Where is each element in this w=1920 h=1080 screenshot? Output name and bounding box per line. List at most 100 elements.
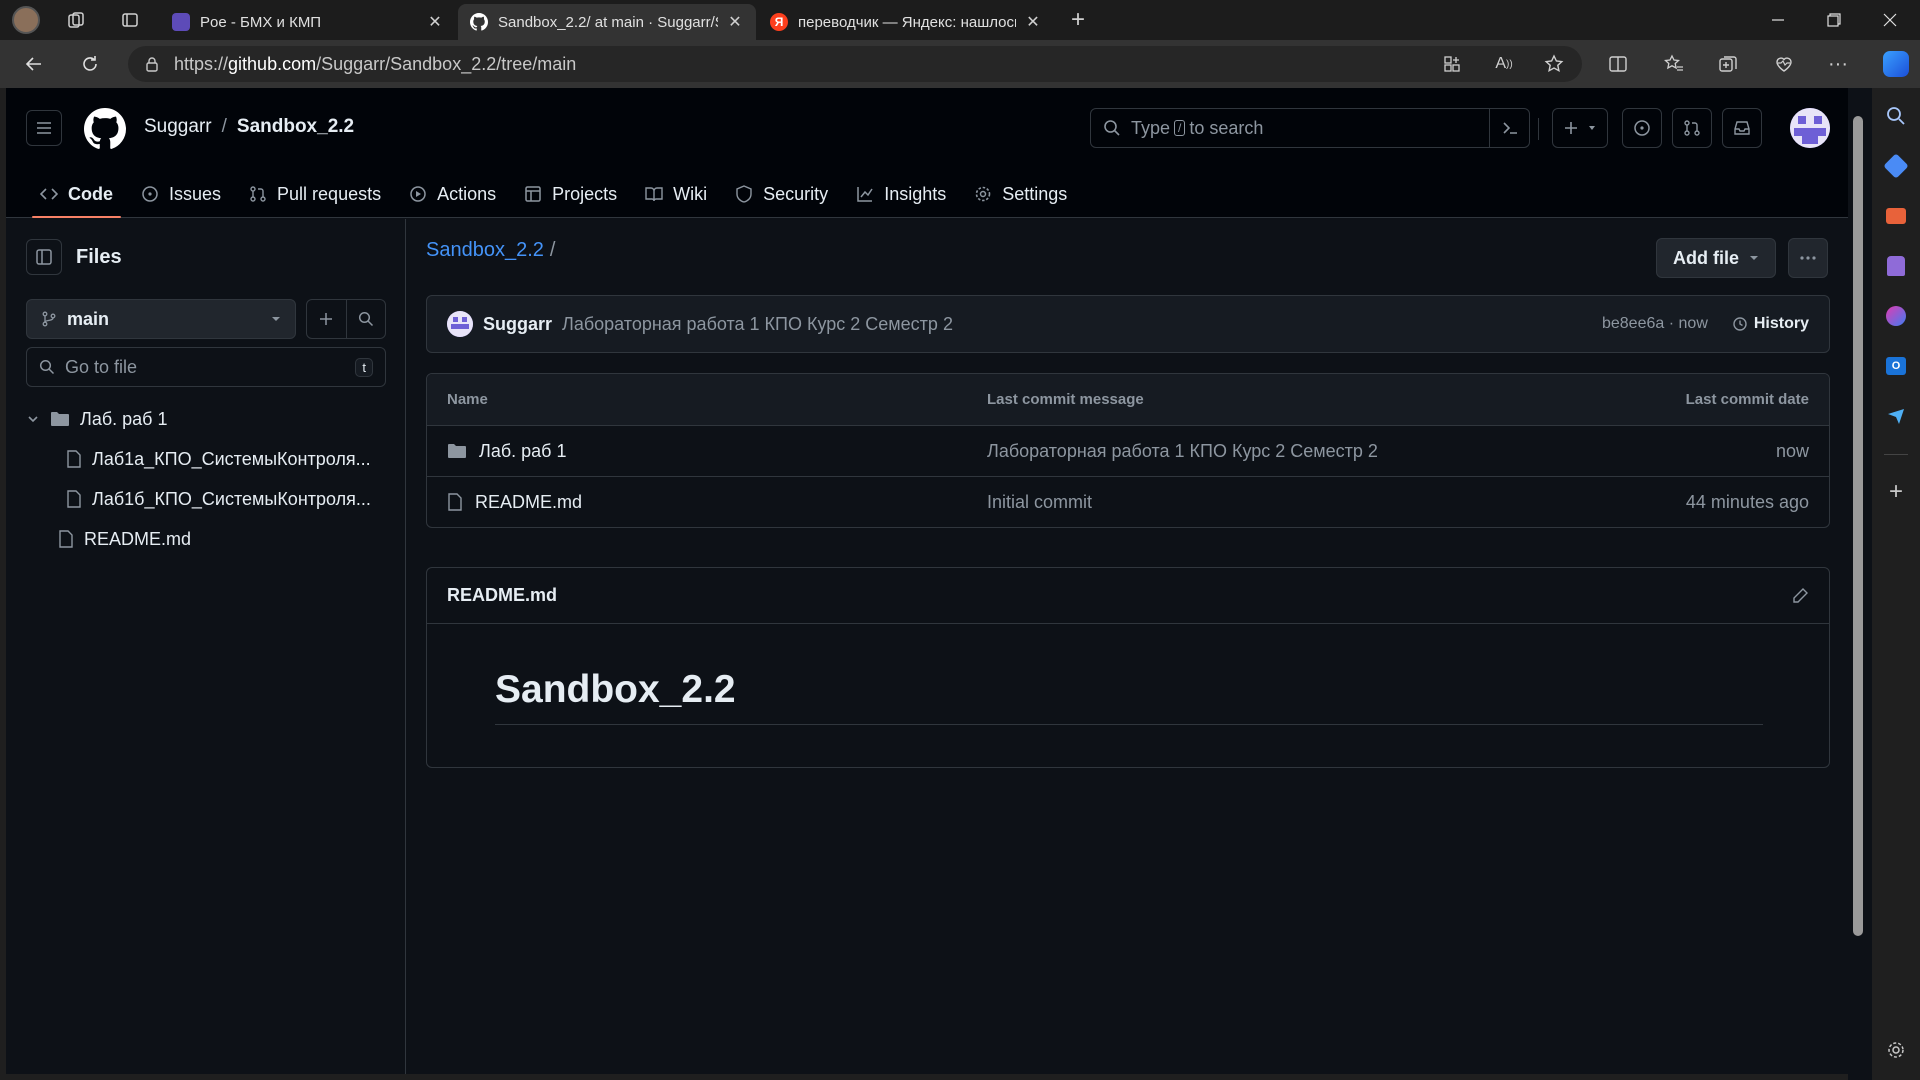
table-row[interactable]: Лаб. раб 1 Лабораторная работа 1 КПО Кур… <box>427 425 1829 476</box>
tab-projects[interactable]: Projects <box>510 170 631 218</box>
file-icon <box>58 530 74 548</box>
new-tab-icon[interactable]: + <box>1062 6 1094 34</box>
sidebar-search-icon[interactable] <box>1880 100 1912 132</box>
drop-icon[interactable] <box>1880 400 1912 432</box>
issues-icon[interactable] <box>1622 108 1662 148</box>
author-avatar[interactable] <box>447 311 473 337</box>
breadcrumb-separator: / <box>221 116 227 137</box>
browser-tab-poe[interactable]: Poe - БМХ и КМП ✕ <box>160 4 456 40</box>
tab-pull-requests[interactable]: Pull requests <box>235 170 395 218</box>
close-tab-icon[interactable]: ✕ <box>726 13 744 31</box>
repo-link[interactable]: Sandbox_2.2 <box>237 116 354 138</box>
readme-filename[interactable]: README.md <box>447 585 557 606</box>
tab-label: Settings <box>1002 183 1068 204</box>
favorite-star-icon[interactable] <box>1536 48 1572 80</box>
copilot-icon[interactable] <box>1880 48 1912 80</box>
outlook-icon[interactable]: O <box>1880 350 1912 382</box>
lock-icon[interactable] <box>144 56 160 72</box>
sidebar-settings-icon[interactable] <box>1880 1034 1912 1066</box>
tab-wiki[interactable]: Wiki <box>631 170 721 218</box>
tree-item-file[interactable]: Лаб1а_КПО_СистемыКонтроля... <box>26 439 386 479</box>
latest-commit-bar: Suggarr Лабораторная работа 1 КПО Курс 2… <box>426 295 1830 353</box>
create-new-button[interactable] <box>1552 108 1608 148</box>
minimize-icon[interactable] <box>1750 0 1806 40</box>
tree-item-file[interactable]: README.md <box>26 519 386 559</box>
favorites-icon[interactable] <box>1656 48 1692 80</box>
column-header-message: Last commit message <box>987 391 1144 408</box>
file-table: Name Last commit message Last commit dat… <box>426 373 1830 528</box>
file-icon <box>66 450 82 468</box>
file-tree-title: Files <box>76 245 122 268</box>
history-button[interactable]: History <box>1732 315 1809 333</box>
more-options-icon[interactable] <box>1788 238 1828 278</box>
tools-icon[interactable] <box>1880 200 1912 232</box>
add-file-icon[interactable] <box>307 300 346 338</box>
browser-tab-github[interactable]: Sandbox_2.2/ at main · Suggarr/Sa ✕ <box>458 4 756 40</box>
back-icon[interactable] <box>16 48 52 80</box>
profile-avatar[interactable] <box>10 6 42 34</box>
table-row[interactable]: README.md Initial commit 44 minutes ago <box>427 476 1829 527</box>
tab-label: Code <box>68 183 113 204</box>
search-input[interactable]: Type / to search <box>1090 108 1530 148</box>
tab-insights[interactable]: Insights <box>842 170 960 218</box>
tab-code[interactable]: Code <box>26 170 127 218</box>
microsoft-365-icon[interactable] <box>1880 300 1912 332</box>
tab-actions-icon[interactable] <box>114 6 146 34</box>
close-tab-icon[interactable]: ✕ <box>1024 13 1042 31</box>
browser-essentials-icon[interactable] <box>1766 48 1802 80</box>
row-name[interactable]: README.md <box>475 492 582 513</box>
tab-settings[interactable]: Settings <box>960 170 1081 218</box>
browser-tab-yandex[interactable]: Я переводчик — Яндекс: нашлось ✕ <box>758 4 1054 40</box>
owner-link[interactable]: Suggarr <box>144 116 212 138</box>
scrollbar-thumb[interactable] <box>1853 116 1863 936</box>
collections-icon[interactable] <box>1710 48 1746 80</box>
url-prefix: https:// <box>174 53 229 74</box>
hamburger-menu-icon[interactable] <box>26 110 62 146</box>
reload-icon[interactable] <box>72 48 108 80</box>
games-icon[interactable] <box>1880 250 1912 282</box>
close-window-icon[interactable] <box>1862 0 1918 40</box>
address-bar[interactable]: https://github.com/Suggarr/Sandbox_2.2/t… <box>128 46 1582 82</box>
table-icon <box>524 185 542 203</box>
commit-message[interactable]: Лабораторная работа 1 КПО Курс 2 Семестр… <box>562 314 953 335</box>
add-file-button[interactable]: Add file <box>1656 238 1776 278</box>
commit-author[interactable]: Suggarr <box>483 314 552 335</box>
go-to-file-input[interactable]: Go to file t <box>26 347 386 387</box>
close-tab-icon[interactable]: ✕ <box>426 13 444 31</box>
read-aloud-icon[interactable]: A)) <box>1486 48 1522 80</box>
breadcrumb-repo-link[interactable]: Sandbox_2.2 <box>426 239 544 262</box>
row-commit-message[interactable]: Лабораторная работа 1 КПО Курс 2 Семестр… <box>987 441 1469 462</box>
search-files-icon[interactable] <box>345 300 386 338</box>
search-placeholder-prefix: Type <box>1131 117 1171 138</box>
tree-item-folder[interactable]: Лаб. раб 1 <box>26 399 386 439</box>
tree-item-file[interactable]: Лаб1б_КПО_СистемыКонтроля... <box>26 479 386 519</box>
github-logo-icon[interactable] <box>84 108 126 150</box>
app-available-icon[interactable] <box>1434 48 1470 80</box>
restore-icon[interactable] <box>1806 0 1862 40</box>
command-palette-icon[interactable] <box>1489 109 1529 147</box>
branch-selector[interactable]: main <box>26 299 296 339</box>
more-menu-icon[interactable]: ··· <box>1820 48 1856 80</box>
workspaces-icon[interactable] <box>60 6 92 34</box>
shopping-icon[interactable] <box>1880 150 1912 182</box>
user-avatar[interactable] <box>1790 108 1830 148</box>
row-commit-message[interactable]: Initial commit <box>987 492 1469 513</box>
pencil-icon[interactable] <box>1791 587 1809 605</box>
tab-security[interactable]: Security <box>721 170 842 218</box>
split-screen-icon[interactable] <box>1600 48 1636 80</box>
pull-requests-icon[interactable] <box>1672 108 1712 148</box>
shortcut-key: t <box>355 357 373 377</box>
github-page: Suggarr / Sandbox_2.2 Type / to search C… <box>6 88 1848 1074</box>
tree-item-label: README.md <box>84 528 192 549</box>
add-sidebar-app-icon[interactable]: + <box>1880 476 1912 508</box>
sidebar-collapse-icon[interactable] <box>26 239 62 275</box>
commit-hash[interactable]: be8ee6a <box>1602 315 1664 332</box>
chevron-down-icon[interactable] <box>26 412 40 426</box>
go-to-file-placeholder: Go to file <box>65 356 138 377</box>
tab-issues[interactable]: Issues <box>127 170 235 218</box>
row-name[interactable]: Лаб. раб 1 <box>479 441 566 462</box>
inbox-icon[interactable] <box>1722 108 1762 148</box>
tab-actions[interactable]: Actions <box>395 170 510 218</box>
github-icon <box>470 13 488 31</box>
yandex-icon: Я <box>770 13 788 31</box>
